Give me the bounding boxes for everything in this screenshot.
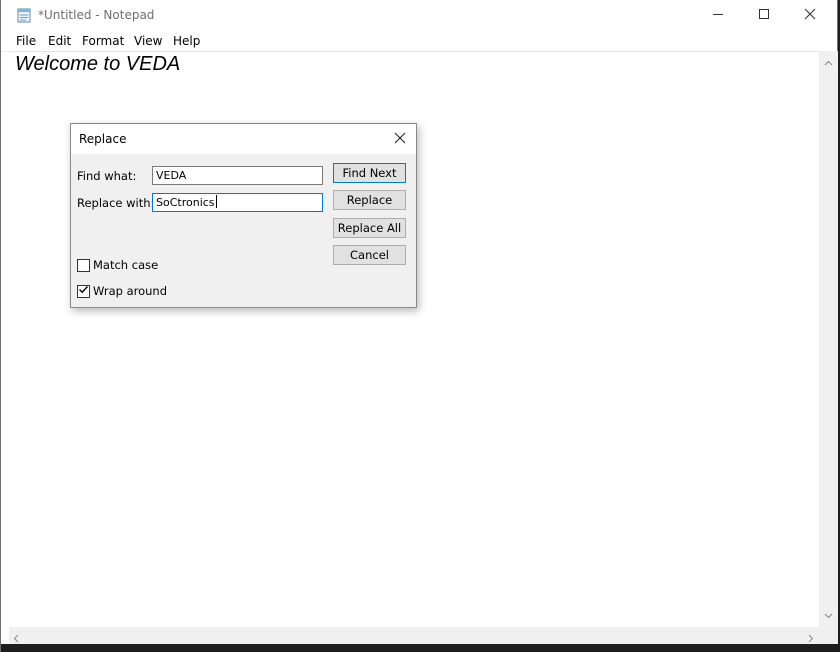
find-what-label: Find what:	[77, 169, 137, 183]
replace-with-input[interactable]: SoCtronics	[152, 193, 323, 212]
text-caret	[215, 195, 217, 208]
wrap-around-label: Wrap around	[93, 284, 168, 298]
match-case-checkbox[interactable]	[77, 258, 90, 272]
menu-file[interactable]: File	[16, 34, 36, 48]
scroll-down-icon[interactable]	[824, 608, 833, 622]
menu-bar: File Edit Format View Help	[1, 31, 837, 52]
menu-help[interactable]: Help	[173, 34, 200, 48]
menu-edit[interactable]: Edit	[48, 34, 71, 48]
vertical-scrollbar[interactable]	[819, 51, 838, 627]
minimize-button[interactable]	[695, 0, 741, 31]
cancel-button[interactable]: Cancel	[333, 245, 406, 265]
window-title: *Untitled - Notepad	[38, 8, 155, 22]
maximize-icon	[758, 8, 770, 23]
close-icon	[804, 8, 816, 23]
replace-dialog: Replace Find what: VEDA Replace with: So…	[70, 123, 417, 308]
minimize-icon	[712, 8, 724, 23]
title-bar[interactable]: *Untitled - Notepad	[1, 0, 837, 31]
replace-with-label: Replace with:	[77, 196, 155, 210]
close-button[interactable]	[787, 0, 833, 31]
dialog-close-button[interactable]	[384, 124, 416, 154]
find-next-button[interactable]: Find Next	[333, 163, 406, 183]
maximize-button[interactable]	[741, 0, 787, 31]
scroll-corner	[819, 627, 838, 644]
dialog-title: Replace	[79, 132, 127, 146]
replace-with-value: SoCtronics	[156, 196, 215, 209]
match-case-option[interactable]: Match case	[77, 258, 158, 272]
editor-content: Welcome to VEDA	[15, 53, 181, 75]
menu-view[interactable]: View	[134, 34, 162, 48]
wrap-around-checkbox[interactable]	[77, 284, 90, 298]
menu-format[interactable]: Format	[82, 34, 124, 48]
horizontal-scrollbar[interactable]	[9, 627, 819, 644]
checkmark-icon	[78, 284, 89, 298]
find-what-input[interactable]: VEDA	[152, 166, 323, 185]
notepad-window: *Untitled - Notepad File Edit Format Vie…	[0, 0, 839, 652]
find-what-value: VEDA	[156, 169, 187, 182]
wrap-around-option[interactable]: Wrap around	[77, 284, 167, 298]
match-case-label: Match case	[93, 258, 159, 272]
replace-button[interactable]: Replace	[333, 190, 406, 210]
background-strip	[1, 644, 839, 652]
scroll-up-icon[interactable]	[824, 55, 833, 69]
close-icon	[394, 132, 406, 147]
dialog-title-bar[interactable]: Replace	[71, 124, 416, 154]
notepad-icon	[17, 7, 32, 23]
replace-all-button[interactable]: Replace All	[333, 218, 406, 238]
